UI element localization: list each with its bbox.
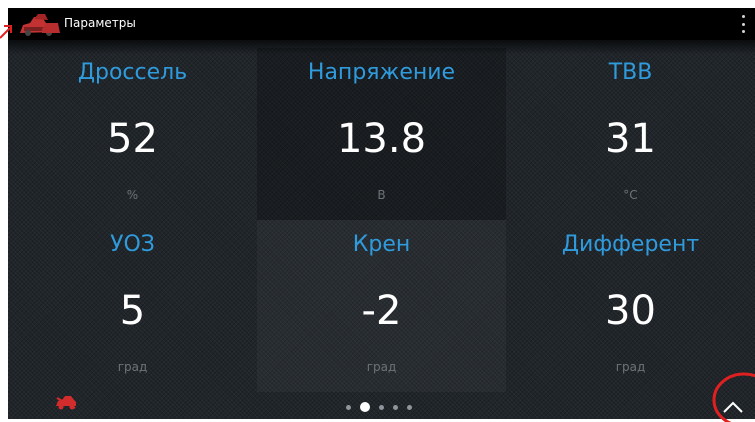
page-dot[interactable] [393, 404, 398, 410]
metric-label: Дроссель [77, 60, 188, 85]
metrics-grid: Дроссель 52 % Напряжение 13.8 В ТВВ 31 °… [8, 48, 755, 388]
car-cluster-icon[interactable] [18, 11, 62, 37]
metric-unit: °С [623, 188, 638, 202]
action-bar: Параметры [8, 8, 755, 40]
page-dot[interactable] [407, 404, 412, 410]
overflow-menu-icon[interactable] [739, 15, 747, 33]
metric-ignition-timing[interactable]: УОЗ 5 град [8, 220, 257, 392]
metric-label: Крен [352, 232, 411, 257]
metric-value: 52 [107, 116, 158, 162]
metric-throttle[interactable]: Дроссель 52 % [8, 48, 257, 220]
metric-value: 5 [119, 288, 146, 334]
page-title: Параметры [64, 16, 136, 30]
metric-coolant-temp[interactable]: ТВВ 31 °С [506, 48, 755, 220]
page-dot-active[interactable] [360, 402, 370, 412]
metric-voltage[interactable]: Напряжение 13.8 В [257, 48, 506, 220]
metric-value: 31 [605, 116, 656, 162]
metric-value: 13.8 [336, 116, 427, 162]
page-indicator[interactable] [346, 401, 412, 413]
metric-value: -2 [361, 288, 402, 334]
app-screen: Параметры Дроссель 52 % Напряжение 13.8 … [8, 8, 755, 419]
metric-unit: град [366, 360, 397, 374]
metric-unit: град [117, 360, 148, 374]
metric-label: ТВВ [608, 60, 653, 85]
metric-unit: % [126, 188, 139, 202]
metric-roll[interactable]: Крен -2 град [257, 220, 506, 392]
car-status-icon[interactable] [54, 394, 78, 410]
metric-label: УОЗ [110, 232, 155, 257]
page-dot[interactable] [379, 404, 384, 410]
annotation-arrow-icon [0, 25, 12, 39]
bottom-bar [8, 383, 755, 419]
metric-unit: В [377, 188, 386, 202]
annotation-circle-icon [712, 372, 755, 422]
metric-value: 30 [605, 288, 656, 334]
page-dot[interactable] [346, 404, 351, 410]
metric-label: Напряжение [307, 60, 456, 85]
metric-label: Дифферент [561, 232, 700, 257]
